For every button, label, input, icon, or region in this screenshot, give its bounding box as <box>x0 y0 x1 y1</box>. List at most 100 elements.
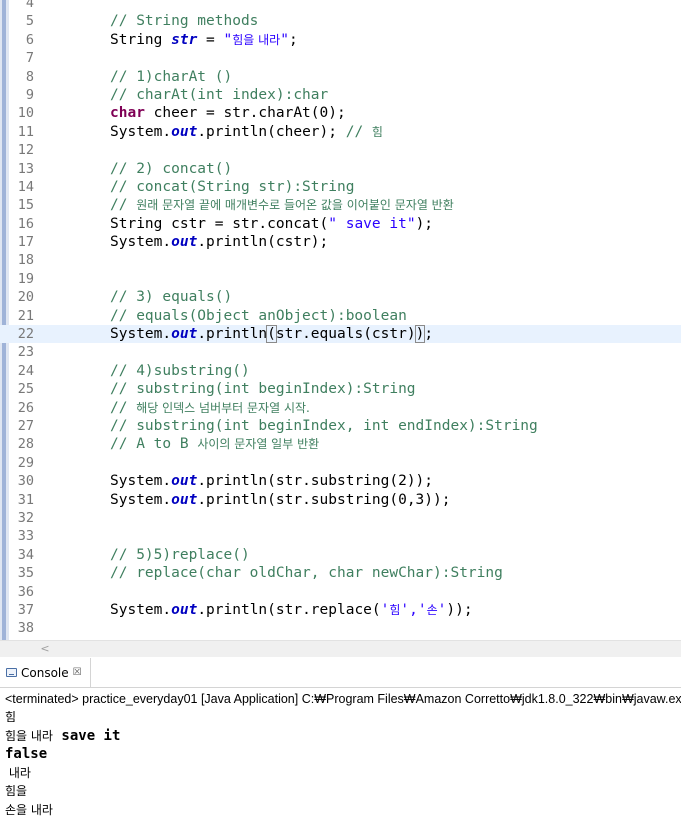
code-line[interactable]: 11System.out.println(cheer); // 힘 <box>0 123 681 141</box>
code-token: // A to B <box>110 436 197 452</box>
code-line[interactable]: 22System.out.println(str.equals(cstr)); <box>0 325 681 343</box>
line-number: 15 <box>10 196 34 214</box>
code-line[interactable]: 12 <box>0 141 681 159</box>
code-line[interactable]: 25// substring(int beginIndex):String <box>0 380 681 398</box>
code-line[interactable]: 8// 1)charAt () <box>0 68 681 86</box>
line-number: 4 <box>10 0 34 12</box>
code-token: // <box>346 124 372 140</box>
code-line[interactable]: 27// substring(int beginIndex, int endIn… <box>0 417 681 435</box>
console-output-line: 힘을 <box>5 782 681 801</box>
code-text: System.out.println(str.substring(0,3)); <box>110 491 450 509</box>
console-status-text: <terminated> practice_everyday01 [Java A… <box>5 690 681 708</box>
code-line[interactable]: 32 <box>0 509 681 527</box>
code-line[interactable]: 6String str = "힘을 내라"; <box>0 31 681 49</box>
code-token: .println(cheer); <box>197 124 345 140</box>
console-icon <box>6 668 17 677</box>
line-number: 25 <box>10 380 34 398</box>
code-line[interactable]: 15 // 원래 문자열 끝에 매개변수로 들어온 값을 이어붙인 문자열 반환 <box>0 196 681 214</box>
code-token: System. <box>110 492 171 508</box>
code-line[interactable]: 38 <box>0 619 681 637</box>
console-output-text: 힘 <box>5 710 16 724</box>
console-output-text: 힘을 <box>5 784 27 798</box>
code-token: out <box>171 473 197 489</box>
code-text: String str = "힘을 내라"; <box>110 31 298 49</box>
code-text: System.out.println(str.substring(2)); <box>110 472 433 490</box>
console-output-text: false <box>5 746 47 762</box>
code-token: // substring(int beginIndex, int endInde… <box>110 418 538 434</box>
line-number: 37 <box>10 601 34 619</box>
code-token: // 2) concat() <box>110 161 232 177</box>
code-token: out <box>171 234 197 250</box>
code-line[interactable]: 23 <box>0 343 681 361</box>
code-text: // 해당 인덱스 넘버부터 문자열 시작. <box>110 399 310 417</box>
code-line[interactable]: 28// A to B 사이의 문자열 일부 반환 <box>0 435 681 453</box>
close-icon[interactable]: ☒ <box>73 667 82 678</box>
code-line[interactable]: 19 <box>0 270 681 288</box>
console-tab[interactable]: Console ☒ <box>0 658 91 687</box>
code-token: // charAt(int index):char <box>110 87 328 103</box>
code-token: = <box>197 32 223 48</box>
line-number: 8 <box>10 68 34 86</box>
code-line[interactable]: 9 // charAt(int index):char <box>0 86 681 104</box>
code-line[interactable]: 36 <box>0 583 681 601</box>
code-token: ( <box>267 326 276 342</box>
console-output-line: 힘 <box>5 708 681 727</box>
code-line[interactable]: 17System.out.println(cstr); <box>0 233 681 251</box>
line-number: 9 <box>10 86 34 104</box>
code-line[interactable]: 5// String methods <box>0 12 681 30</box>
code-token: // equals(Object anObject):boolean <box>110 308 407 324</box>
code-text: // 5)5)replace() <box>110 546 250 564</box>
code-line[interactable]: 30System.out.println(str.substring(2)); <box>0 472 681 490</box>
code-line[interactable]: 7 <box>0 49 681 67</box>
code-line[interactable]: 16String cstr = str.concat(" save it"); <box>0 215 681 233</box>
code-text: // A to B 사이의 문자열 일부 반환 <box>110 435 319 453</box>
code-line[interactable]: 18 <box>0 251 681 269</box>
code-line[interactable]: 4 <box>0 0 681 12</box>
code-line[interactable]: 33 <box>0 527 681 545</box>
code-token: // 5)5)replace() <box>110 547 250 563</box>
console-output-line: 내라 <box>5 764 681 783</box>
code-token: // 3) equals() <box>110 289 232 305</box>
code-token: out <box>171 326 197 342</box>
code-line[interactable]: 37 System.out.println(str.replace('힘','손'… <box>0 601 681 619</box>
code-line[interactable]: 21// equals(Object anObject):boolean <box>0 307 681 325</box>
code-token: System. <box>110 602 171 618</box>
code-line[interactable]: 29 <box>0 454 681 472</box>
code-token: ; <box>424 326 433 342</box>
code-text: System.out.println(str.replace('힘','손'))… <box>110 601 473 619</box>
code-editor[interactable]: 45// String methods6String str = "힘을 내라"… <box>0 0 681 640</box>
code-token: // <box>110 400 136 416</box>
code-line[interactable]: 24// 4)substring() <box>0 362 681 380</box>
code-token: out <box>171 492 197 508</box>
code-token: // String methods <box>110 13 258 29</box>
code-token: 해당 인덱스 넘버부터 문자열 시작. <box>136 401 310 415</box>
code-line[interactable]: 31System.out.println(str.substring(0,3))… <box>0 491 681 509</box>
console-output-line: 손을 내라 <box>5 801 681 819</box>
code-lines[interactable]: 45// String methods6String str = "힘을 내라"… <box>0 0 681 638</box>
code-line[interactable]: 20// 3) equals() <box>0 288 681 306</box>
horizontal-scrollbar[interactable]: < <box>0 640 681 657</box>
code-text: System.out.println(cheer); // 힘 <box>110 123 383 141</box>
code-text: // 2) concat() <box>110 160 232 178</box>
code-token: ',' <box>400 602 426 618</box>
line-number: 19 <box>10 270 34 288</box>
code-token: String <box>110 32 171 48</box>
code-line[interactable]: 35// replace(char oldChar, char newChar)… <box>0 564 681 582</box>
code-token: System. <box>110 234 171 250</box>
line-number: 36 <box>10 583 34 601</box>
code-token: .println(str.substring(0,3)); <box>197 492 450 508</box>
code-token: // <box>110 197 136 213</box>
code-text: // 원래 문자열 끝에 매개변수로 들어온 값을 이어붙인 문자열 반환 <box>110 196 454 214</box>
console-output-text: save it <box>53 728 120 744</box>
scroll-left-arrow-icon[interactable]: < <box>38 641 52 657</box>
code-line[interactable]: 10char cheer = str.charAt(0); <box>0 104 681 122</box>
code-line[interactable]: 34// 5)5)replace() <box>0 546 681 564</box>
code-token: )); <box>446 602 472 618</box>
line-number: 14 <box>10 178 34 196</box>
code-line[interactable]: 14// concat(String str):String <box>0 178 681 196</box>
code-text: // charAt(int index):char <box>110 86 328 104</box>
console-output-text: 내라 <box>5 766 31 780</box>
code-token: .println(str.substring(2)); <box>197 473 433 489</box>
code-line[interactable]: 26// 해당 인덱스 넘버부터 문자열 시작. <box>0 399 681 417</box>
code-line[interactable]: 13// 2) concat() <box>0 160 681 178</box>
